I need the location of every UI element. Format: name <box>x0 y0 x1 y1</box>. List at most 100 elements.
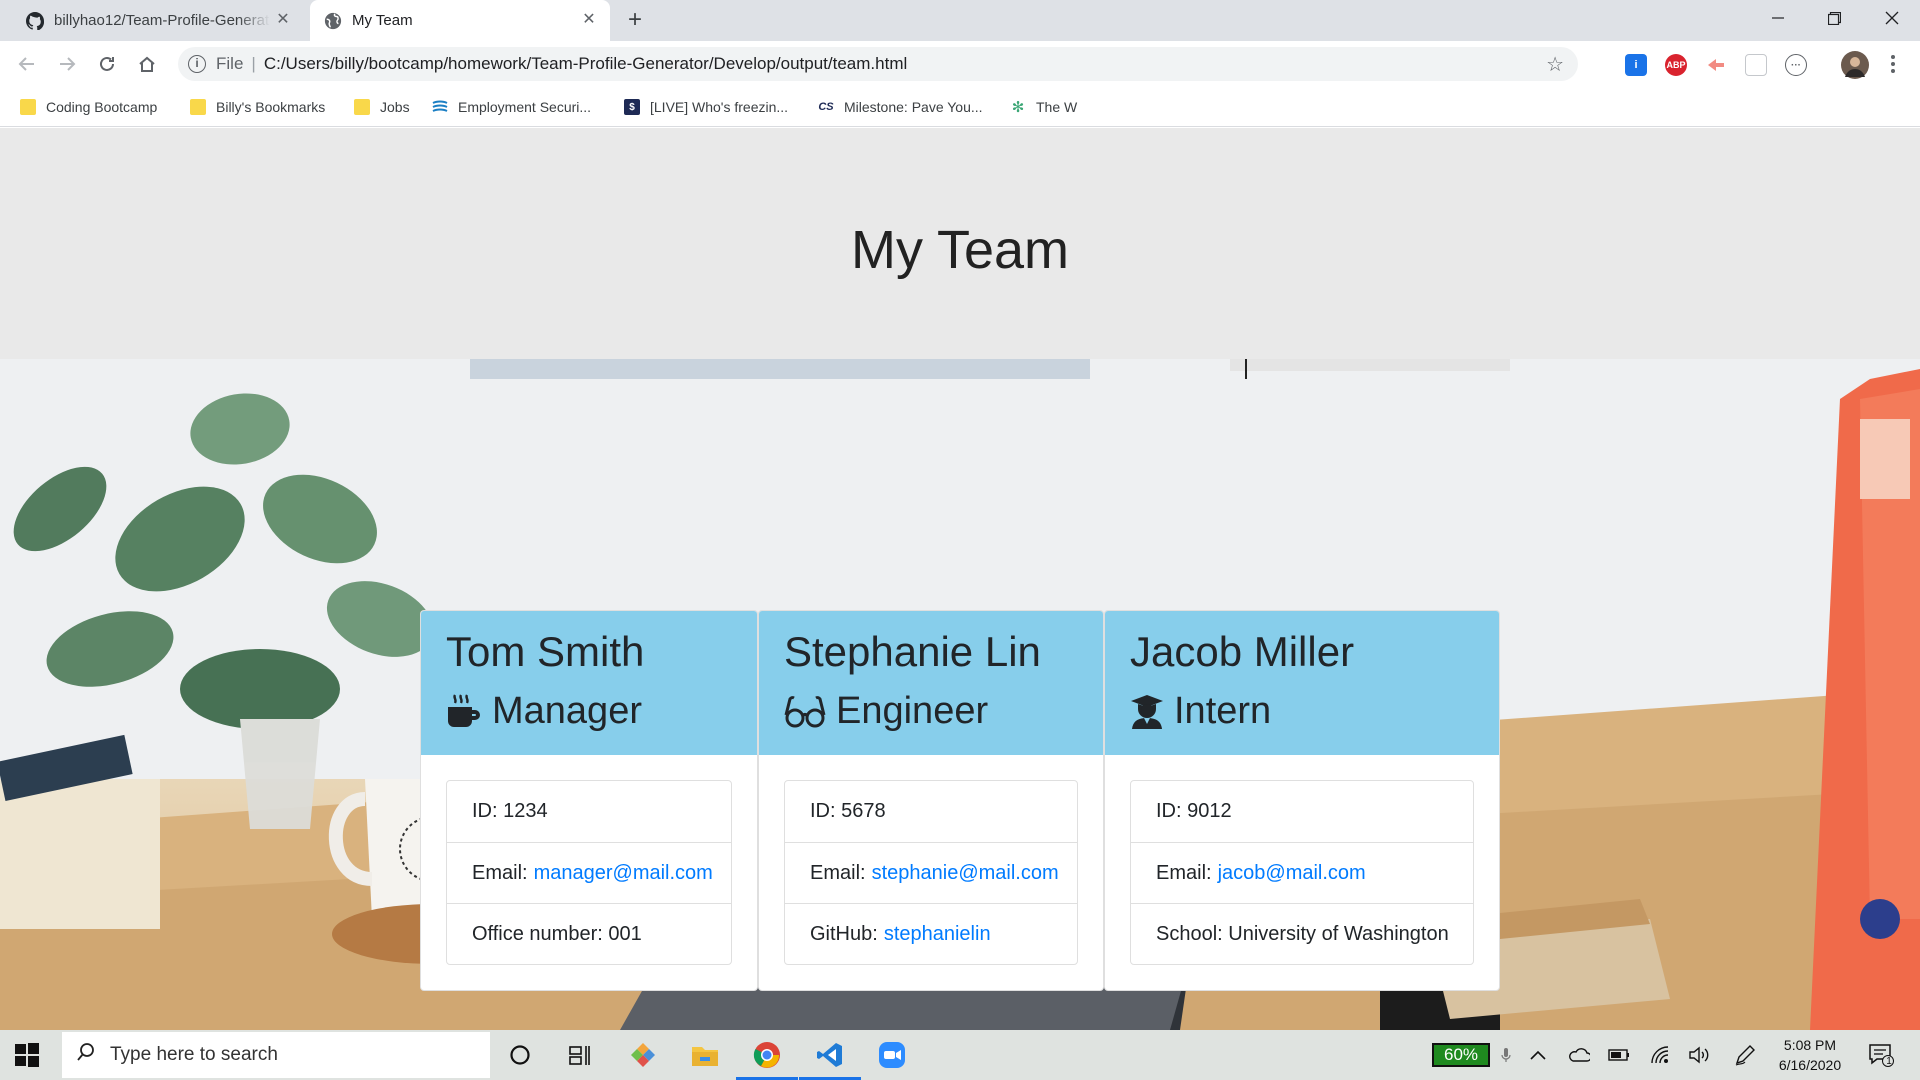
chevron-up-icon[interactable] <box>1530 1030 1546 1080</box>
list-item-email: Email: jacob@mail.com <box>1131 842 1473 903</box>
kebab-menu-icon <box>1891 55 1895 73</box>
employee-details: ID: 1234 Email: manager@mail.com Office … <box>446 780 732 965</box>
home-icon <box>139 56 155 72</box>
mug-icon <box>448 694 480 727</box>
windows-start-icon[interactable] <box>14 1042 40 1068</box>
menu-button[interactable] <box>1878 49 1908 79</box>
employee-details: ID: 9012 Email: jacob@mail.com School: U… <box>1130 780 1474 965</box>
reader-icon[interactable] <box>1745 54 1767 76</box>
wifi-icon[interactable] <box>1650 1030 1670 1080</box>
search-placeholder: Type here to search <box>110 1044 278 1065</box>
zoom-icon[interactable] <box>875 1038 909 1072</box>
sourcetree-icon[interactable] <box>626 1038 660 1072</box>
file-explorer-icon[interactable] <box>688 1038 722 1072</box>
snowflake-icon: ✻ <box>1011 99 1025 116</box>
notification-count: 1 <box>1886 1056 1892 1067</box>
search-icon <box>76 1042 96 1068</box>
team-cards: Tom Smith Manager ID: 1234 Email: manage… <box>420 610 1500 991</box>
list-item-office: Office number: 001 <box>447 903 731 964</box>
tab-title: My Team <box>352 12 413 29</box>
email-link[interactable]: stephanie@mail.com <box>872 862 1059 885</box>
close-tab-icon[interactable]: ✕ <box>274 11 292 29</box>
windows-taskbar: Type here to search 60% 5:08 PM 6/16/202… <box>0 1030 1920 1080</box>
close-window-button[interactable] <box>1863 0 1920 36</box>
list-item-id: ID: 9012 <box>1156 800 1232 822</box>
address-bar[interactable]: i File | C:/Users/billy/bootcamp/homewor… <box>178 47 1578 81</box>
chrome-taskbar-icon[interactable] <box>736 1038 798 1080</box>
card-body: ID: 9012 Email: jacob@mail.com School: U… <box>1105 755 1499 990</box>
restore-button[interactable] <box>1806 0 1863 36</box>
tab-github[interactable]: billyhao12/Team-Profile-Generator ✕ <box>14 0 304 41</box>
back-button[interactable] <box>12 49 42 79</box>
url-text: C:/Users/billy/bootcamp/homework/Team-Pr… <box>263 54 908 73</box>
card-body: ID: 1234 Email: manager@mail.com Office … <box>421 755 757 990</box>
graduate-icon <box>1131 695 1163 729</box>
cortana-icon[interactable] <box>503 1038 537 1072</box>
tab-strip: billyhao12/Team-Profile-Generator ✕ My T… <box>0 0 1920 41</box>
taskbar-search-box[interactable]: Type here to search <box>62 1032 490 1078</box>
folder-icon <box>354 99 370 115</box>
adblock-icon[interactable]: ABP <box>1665 54 1687 76</box>
forward-button[interactable] <box>52 49 82 79</box>
battery-percentage[interactable]: 60% <box>1432 1043 1490 1067</box>
screencast-icon[interactable] <box>1705 54 1727 76</box>
globe-icon <box>324 12 342 29</box>
bookmark-star-icon[interactable]: ☆ <box>1546 52 1564 77</box>
bookmark-milestone[interactable]: CS Milestone: Pave You... <box>818 95 982 119</box>
card-header: Tom Smith Manager <box>421 611 757 755</box>
info-extension-icon[interactable]: i <box>1625 54 1647 76</box>
home-button[interactable] <box>132 49 162 79</box>
profile-avatar[interactable] <box>1841 51 1869 79</box>
clock-date: 6/16/2020 <box>1778 1057 1842 1073</box>
desk-background-image: Tom Smith Manager ID: 1234 Email: manage… <box>0 359 1920 1030</box>
mic-icon[interactable] <box>1500 1030 1512 1080</box>
url-separator: | <box>251 54 256 73</box>
email-link[interactable]: manager@mail.com <box>534 862 713 885</box>
bookmark-billys-bookmarks[interactable]: Billy's Bookmarks <box>190 95 325 119</box>
onedrive-icon[interactable] <box>1568 1030 1590 1080</box>
pen-icon[interactable] <box>1734 1030 1756 1080</box>
minimize-icon <box>1771 17 1784 19</box>
reload-icon <box>100 56 114 71</box>
cs-icon: CS <box>818 101 834 113</box>
system-clock[interactable]: 5:08 PM 6/16/2020 <box>1770 1035 1850 1075</box>
info-icon[interactable]: i <box>188 55 206 73</box>
employee-name: Stephanie Lin <box>784 628 1041 675</box>
email-link[interactable]: jacob@mail.com <box>1218 862 1366 885</box>
minimize-button[interactable] <box>1749 0 1806 36</box>
vscode-icon[interactable] <box>799 1038 861 1080</box>
ellipsis-circle-icon[interactable]: ··· <box>1785 54 1807 76</box>
card-header: Stephanie Lin Engineer <box>759 611 1103 755</box>
employee-card-engineer: Stephanie Lin Engineer ID: 5678 Email: s… <box>758 610 1104 991</box>
battery-icon[interactable] <box>1608 1030 1630 1080</box>
clock-time: 5:08 PM <box>1783 1037 1837 1053</box>
page-viewport: My Team Tom Smith Manager ID: 1234 Email… <box>0 128 1920 1030</box>
close-tab-icon[interactable]: ✕ <box>580 11 598 29</box>
employee-card-intern: Jacob Miller Intern ID: 9012 Email: jaco… <box>1104 610 1500 991</box>
bookmark-live[interactable]: $ [LIVE] Who's freezin... <box>624 95 788 119</box>
employee-name: Jacob Miller <box>1130 628 1355 675</box>
list-item-email: Email: stephanie@mail.com <box>785 842 1077 903</box>
reload-button[interactable] <box>92 49 122 79</box>
task-view-icon[interactable] <box>563 1038 597 1072</box>
bookmark-employment-security[interactable]: Employment Securi... <box>432 95 591 119</box>
glasses-icon <box>784 696 826 728</box>
employee-role: Intern <box>1130 687 1474 735</box>
github-link[interactable]: stephanielin <box>884 923 991 946</box>
bookmark-the-w[interactable]: ✻ The W <box>1010 95 1078 119</box>
tab-my-team[interactable]: My Team ✕ <box>310 0 610 41</box>
volume-icon[interactable] <box>1688 1030 1710 1080</box>
bookmark-jobs[interactable]: Jobs <box>354 95 410 119</box>
page-title: My Team <box>850 219 1070 280</box>
bookmark-coding-bootcamp[interactable]: Coding Bootcamp <box>20 95 157 119</box>
new-tab-button[interactable]: + <box>622 8 648 34</box>
list-item-school: School: University of Washington <box>1131 903 1473 964</box>
dollar-icon: $ <box>624 99 640 115</box>
folder-icon <box>20 99 36 115</box>
folder-icon <box>190 99 206 115</box>
restore-icon <box>1828 11 1841 25</box>
notifications-button[interactable]: 1 <box>1868 1030 1894 1080</box>
browser-toolbar: i File | C:/Users/billy/bootcamp/homewor… <box>0 41 1920 87</box>
card-body: ID: 5678 Email: stephanie@mail.com GitHu… <box>759 755 1103 990</box>
employee-card-manager: Tom Smith Manager ID: 1234 Email: manage… <box>420 610 758 991</box>
